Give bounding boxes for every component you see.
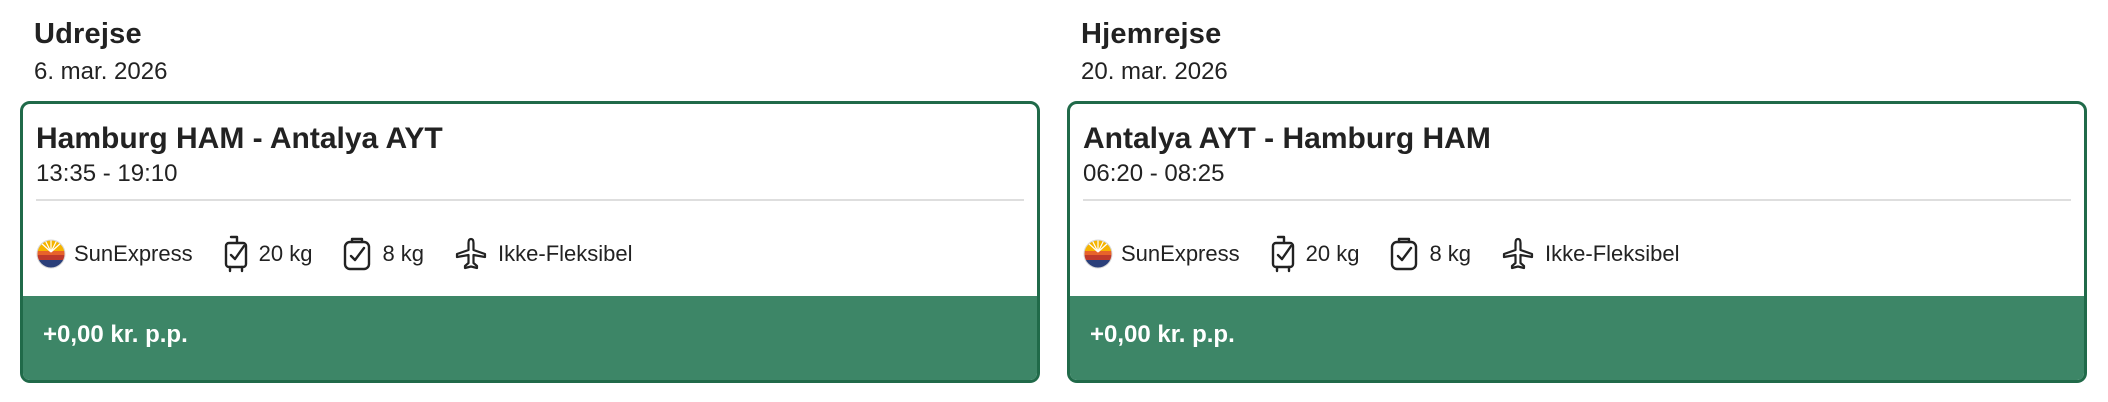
airline: SunExpress: [36, 239, 193, 269]
divider: [1083, 199, 2071, 201]
outbound-times: 13:35 - 19:10: [36, 160, 178, 187]
cabin-bag: 8 kg: [342, 236, 424, 272]
outbound-price: +0,00 kr. p.p.: [43, 321, 188, 348]
cabin-bag-icon: [1389, 236, 1419, 272]
checked-bag-weight: 20 kg: [1305, 241, 1360, 266]
cabin-bag: 8 kg: [1389, 236, 1471, 272]
return-route: Antalya AYT - Hamburg HAM: [1083, 122, 1491, 155]
flexibility: Ikke-Fleksibel: [1501, 237, 1680, 271]
outbound-section: Udrejse 6. mar. 2026 Hamburg HAM - Antal…: [20, 0, 1040, 402]
outbound-flight-card[interactable]: Hamburg HAM - Antalya AYT 13:35 - 19:10: [20, 101, 1040, 383]
divider: [36, 199, 1024, 201]
return-date: 20. mar. 2026: [1081, 58, 1228, 85]
airline-name: SunExpress: [1121, 241, 1240, 266]
outbound-heading: Udrejse: [34, 18, 142, 50]
airline: SunExpress: [1083, 239, 1240, 269]
plane-icon: [1501, 237, 1535, 271]
checked-bag: 20 kg: [223, 234, 313, 274]
outbound-features: SunExpress 20 kg 8 kg Ikke-Fleksibel: [36, 232, 663, 276]
flight-summary: Udrejse 6. mar. 2026 Hamburg HAM - Antal…: [0, 0, 2108, 402]
return-flight-card[interactable]: Antalya AYT - Hamburg HAM 06:20 - 08:25: [1067, 101, 2087, 383]
return-price-bar[interactable]: +0,00 kr. p.p.: [1070, 296, 2084, 380]
return-times: 06:20 - 08:25: [1083, 160, 1225, 187]
cabin-bag-weight: 8 kg: [1429, 241, 1472, 266]
return-section: Hjemrejse 20. mar. 2026 Antalya AYT - Ha…: [1067, 0, 2087, 402]
flexibility-label: Ikke-Fleksibel: [1545, 241, 1680, 266]
airline-name: SunExpress: [74, 241, 193, 266]
checked-bag-icon: [1270, 234, 1296, 274]
checked-bag-icon: [223, 234, 249, 274]
outbound-price-bar[interactable]: +0,00 kr. p.p.: [23, 296, 1037, 380]
checked-bag-weight: 20 kg: [258, 241, 313, 266]
flexibility-label: Ikke-Fleksibel: [498, 241, 633, 266]
return-price: +0,00 kr. p.p.: [1090, 321, 1235, 348]
return-heading: Hjemrejse: [1081, 18, 1222, 50]
flexibility: Ikke-Fleksibel: [454, 237, 633, 271]
sunexpress-logo: [36, 239, 66, 269]
checked-bag: 20 kg: [1270, 234, 1360, 274]
cabin-bag-icon: [342, 236, 372, 272]
return-features: SunExpress 20 kg 8 kg Ikke-Fleksibel: [1083, 232, 1710, 276]
outbound-date: 6. mar. 2026: [34, 58, 168, 85]
outbound-route: Hamburg HAM - Antalya AYT: [36, 122, 443, 155]
plane-icon: [454, 237, 488, 271]
sunexpress-logo: [1083, 239, 1113, 269]
cabin-bag-weight: 8 kg: [382, 241, 425, 266]
